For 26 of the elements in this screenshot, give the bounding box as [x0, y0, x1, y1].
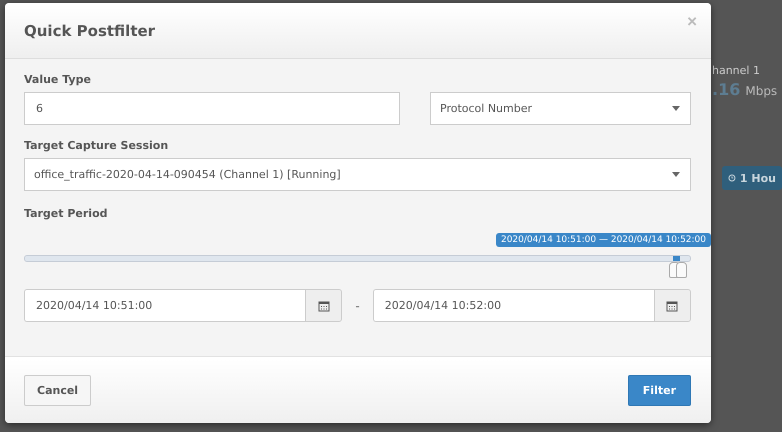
filter-button[interactable]: Filter [628, 374, 691, 406]
field-label: Value Type [24, 73, 92, 86]
caret-icon [672, 106, 680, 111]
calendar-icon [666, 300, 678, 312]
channel-label: hannel 1 [712, 64, 760, 77]
field-label: Target Period [24, 207, 109, 220]
time-range-button[interactable]: 1 Hou [722, 166, 782, 190]
slider-handle[interactable] [676, 262, 687, 278]
calendar-button[interactable] [654, 289, 691, 322]
value-type-select[interactable]: Protocol Number [430, 92, 691, 125]
range-slider[interactable] [24, 255, 691, 262]
calendar-icon [318, 300, 330, 312]
rate-unit: Mbps [745, 84, 778, 98]
capture-session-select[interactable]: office_traffic-2020-04-14-090454 (Channel 1) [Running] [24, 158, 691, 191]
range-separator: - [354, 298, 361, 312]
caret-icon [672, 172, 680, 177]
rate-value: .16 [712, 80, 740, 99]
field-label: Target Capture Session [24, 139, 170, 152]
value-field[interactable]: 6 [24, 92, 400, 125]
calendar-button[interactable] [305, 289, 342, 322]
range-tooltip: 2020/04/14 10:51:00 — 2020/04/14 10:52:00 [496, 233, 711, 247]
end-date-field[interactable]: 2020/04/14 10:52:00 [372, 289, 654, 322]
cancel-button[interactable]: Cancel [24, 374, 92, 406]
clock-icon [728, 172, 736, 184]
dialog-title: Quick Postfilter [24, 22, 156, 40]
start-date-field[interactable]: 2020/04/14 10:51:00 [24, 289, 306, 322]
